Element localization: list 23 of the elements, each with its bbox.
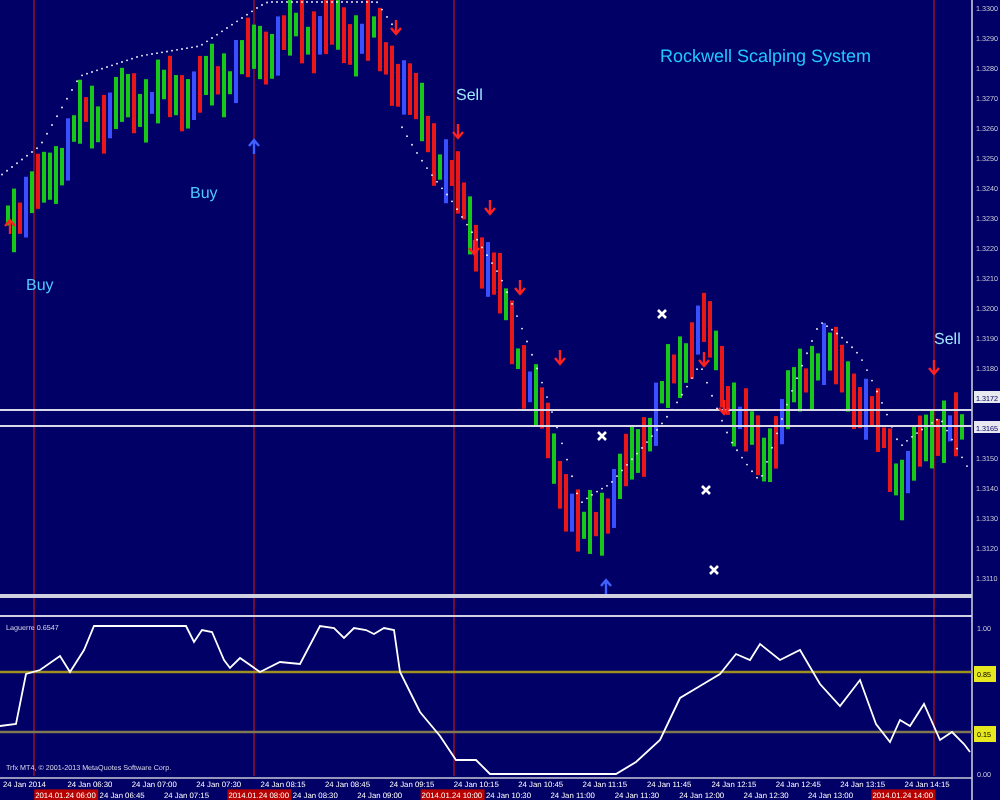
arrow-down-icon <box>483 198 497 216</box>
cross-icon <box>708 564 720 576</box>
arrow-down-icon <box>513 278 527 296</box>
arrow-up-icon <box>247 138 261 156</box>
arrow-down-icon <box>467 238 481 256</box>
signal-label: Sell <box>934 330 961 348</box>
signal-label: Sell <box>456 86 483 104</box>
arrow-up-icon <box>599 578 613 596</box>
chart-title: Rockwell Scalping System <box>660 46 872 66</box>
signal-label: Buy <box>190 184 218 202</box>
arrow-down-icon <box>697 350 711 368</box>
cross-icon <box>700 484 712 496</box>
arrow-down-icon <box>553 348 567 366</box>
arrow-up-icon <box>3 218 17 236</box>
arrow-down-icon <box>451 122 465 140</box>
arrow-down-icon <box>927 358 941 376</box>
level-tag <box>974 726 996 742</box>
level-tag <box>974 666 996 682</box>
arrow-down-icon <box>717 398 731 416</box>
signal-label: Buy <box>26 276 54 294</box>
cross-icon <box>596 430 608 442</box>
cross-icon <box>656 308 668 320</box>
arrow-down-icon <box>389 18 403 36</box>
